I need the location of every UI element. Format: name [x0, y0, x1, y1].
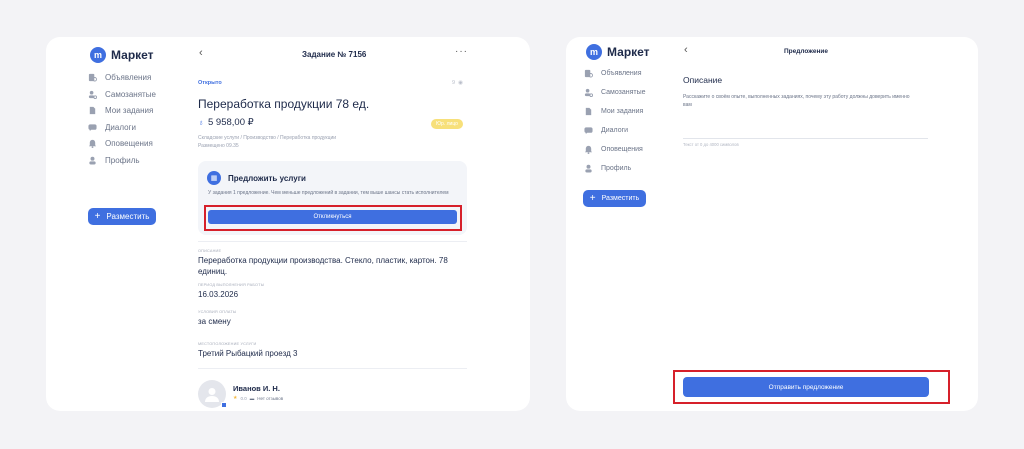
listings-icon [584, 69, 593, 78]
description-label: Описание [198, 249, 222, 253]
sidebar-item-label: Диалоги [601, 127, 629, 134]
profile-icon [584, 164, 593, 173]
chat-icon [584, 126, 593, 135]
verified-badge-icon [221, 402, 227, 408]
sidebar-item-dialogs[interactable]: Диалоги [88, 123, 156, 132]
sidebar-item-label: Самозанятые [601, 89, 646, 96]
price-value: 5 958,00 ₽ [208, 117, 254, 128]
char-limit-hint: Текст от 0 до 4000 символов [683, 142, 739, 147]
location-label: Местоположение услуги [198, 342, 257, 346]
place-button[interactable]: + Разместить [88, 208, 156, 225]
user-placeholder-icon [205, 388, 219, 402]
period-value: 16.03.2026 [198, 290, 239, 299]
sidebar-item-notifications[interactable]: Оповещения [584, 145, 646, 154]
task-price: ♁ 5 958,00 ₽ [198, 117, 254, 128]
textarea-underline [683, 138, 928, 139]
offer-title: Предложить услуги [228, 174, 306, 183]
highlight-frame [673, 370, 950, 404]
sidebar-item-dialogs[interactable]: Диалоги [584, 126, 646, 135]
description-value: Переработка продукции производства. Стек… [198, 256, 448, 276]
logo[interactable]: m Маркет [90, 47, 154, 63]
logo-text: Маркет [111, 48, 154, 62]
chat-icon [88, 123, 97, 132]
tasks-icon [584, 107, 593, 116]
sidebar-item-profile[interactable]: Профиль [88, 156, 156, 165]
logo[interactable]: m Маркет [586, 44, 650, 60]
breadcrumb-path: Складские услуги / Производство / Перера… [198, 135, 337, 141]
plus-icon: + [94, 210, 101, 222]
views-counter: 9 ◉ [452, 80, 463, 86]
posted-time: Размещено 09.35 [198, 143, 239, 149]
views-count: 9 [452, 80, 456, 86]
page-title: Предложение [784, 48, 828, 55]
payment-label: Условия оплаты [198, 310, 237, 314]
place-button-label: Разместить [601, 195, 640, 202]
avatar[interactable] [198, 380, 227, 408]
sidebar-item-listings[interactable]: Объявления [584, 69, 646, 78]
sidebar-item-label: Объявления [105, 73, 152, 82]
self-employed-icon [584, 88, 593, 97]
plus-icon: + [589, 192, 596, 204]
page-title: Задание № 7156 [302, 50, 367, 59]
sidebar-item-listings[interactable]: Объявления [88, 73, 156, 82]
breadcrumb: Складские услуги / Производство / Перера… [198, 134, 336, 150]
sidebar-nav: Объявления Самозанятые Мои задания Диало… [88, 73, 156, 165]
logo-icon: m [586, 44, 602, 60]
offer-description: У задания 1 предложение. Чем меньше пред… [208, 190, 449, 196]
sidebar-item-label: Мои задания [105, 106, 154, 115]
sidebar-item-notifications[interactable]: Оповещения [88, 139, 156, 148]
offer-icon: ▦ [207, 171, 221, 185]
sidebar-item-tasks[interactable]: Мои задания [584, 107, 646, 116]
sidebar-item-label: Объявления [601, 70, 642, 77]
highlight-frame [204, 205, 462, 231]
location-value: Третий Рыбацкий проезд 3 [198, 349, 298, 358]
sidebar-item-label: Самозанятые [105, 89, 156, 99]
status-label: Открыто [198, 80, 222, 86]
listings-icon [88, 73, 97, 82]
sidebar-item-tasks[interactable]: Мои задания [88, 106, 156, 115]
user-meta: ★ 0.0 ▬ Нет отзывов [233, 395, 283, 401]
period-label: Период выполнения работы [198, 283, 265, 287]
logo-text: Маркет [607, 45, 650, 59]
more-options-icon[interactable]: ··· [455, 46, 468, 57]
sidebar-item-label: Профиль [105, 155, 140, 165]
bell-icon [88, 139, 97, 148]
sidebar-item-label: Профиль [601, 165, 632, 172]
task-title: Переработка продукции 78 ед. [198, 97, 370, 111]
task-panel: m Маркет Объявления Самозанятые Мои зада… [46, 37, 530, 411]
back-chevron-icon[interactable]: ‹ [199, 47, 203, 59]
place-button-label: Разместить [106, 212, 150, 221]
divider [198, 241, 467, 242]
sidebar-item-self-employed[interactable]: Самозанятые [88, 90, 156, 99]
sidebar-item-self-employed[interactable]: Самозанятые [584, 88, 646, 97]
money-bag-icon: ♁ [198, 118, 204, 127]
reviews-icon: ▬ [249, 395, 255, 401]
self-employed-icon [88, 90, 97, 99]
user-name[interactable]: Иванов И. Н. [233, 384, 280, 393]
bell-icon [584, 145, 593, 154]
sidebar-item-label: Диалоги [105, 122, 136, 132]
sidebar-item-label: Оповещения [105, 139, 153, 148]
eye-icon: ◉ [458, 80, 463, 86]
offer-panel: m Маркет Объявления Самозанятые Мои зада… [566, 37, 978, 411]
place-button[interactable]: + Разместить [583, 190, 646, 207]
user-reviews: Нет отзывов [257, 395, 284, 401]
logo-icon: m [90, 47, 106, 63]
sidebar-item-label: Оповещения [601, 146, 643, 153]
divider [198, 368, 467, 369]
profile-icon [88, 156, 97, 165]
description-heading: Описание [683, 75, 723, 85]
sidebar-item-label: Мои задания [601, 108, 644, 115]
sidebar-nav: Объявления Самозанятые Мои задания Диало… [584, 69, 646, 173]
user-rating: 0.0 [240, 395, 247, 401]
star-icon: ★ [233, 395, 238, 401]
sidebar-item-profile[interactable]: Профиль [584, 164, 646, 173]
legal-entity-badge: Юр. лицо [431, 119, 463, 129]
payment-value: за смену [198, 317, 231, 326]
tasks-icon [88, 106, 97, 115]
description-textarea[interactable]: Расскажите о своём опыте, выполненных за… [683, 94, 913, 109]
back-chevron-icon[interactable]: ‹ [684, 44, 688, 56]
